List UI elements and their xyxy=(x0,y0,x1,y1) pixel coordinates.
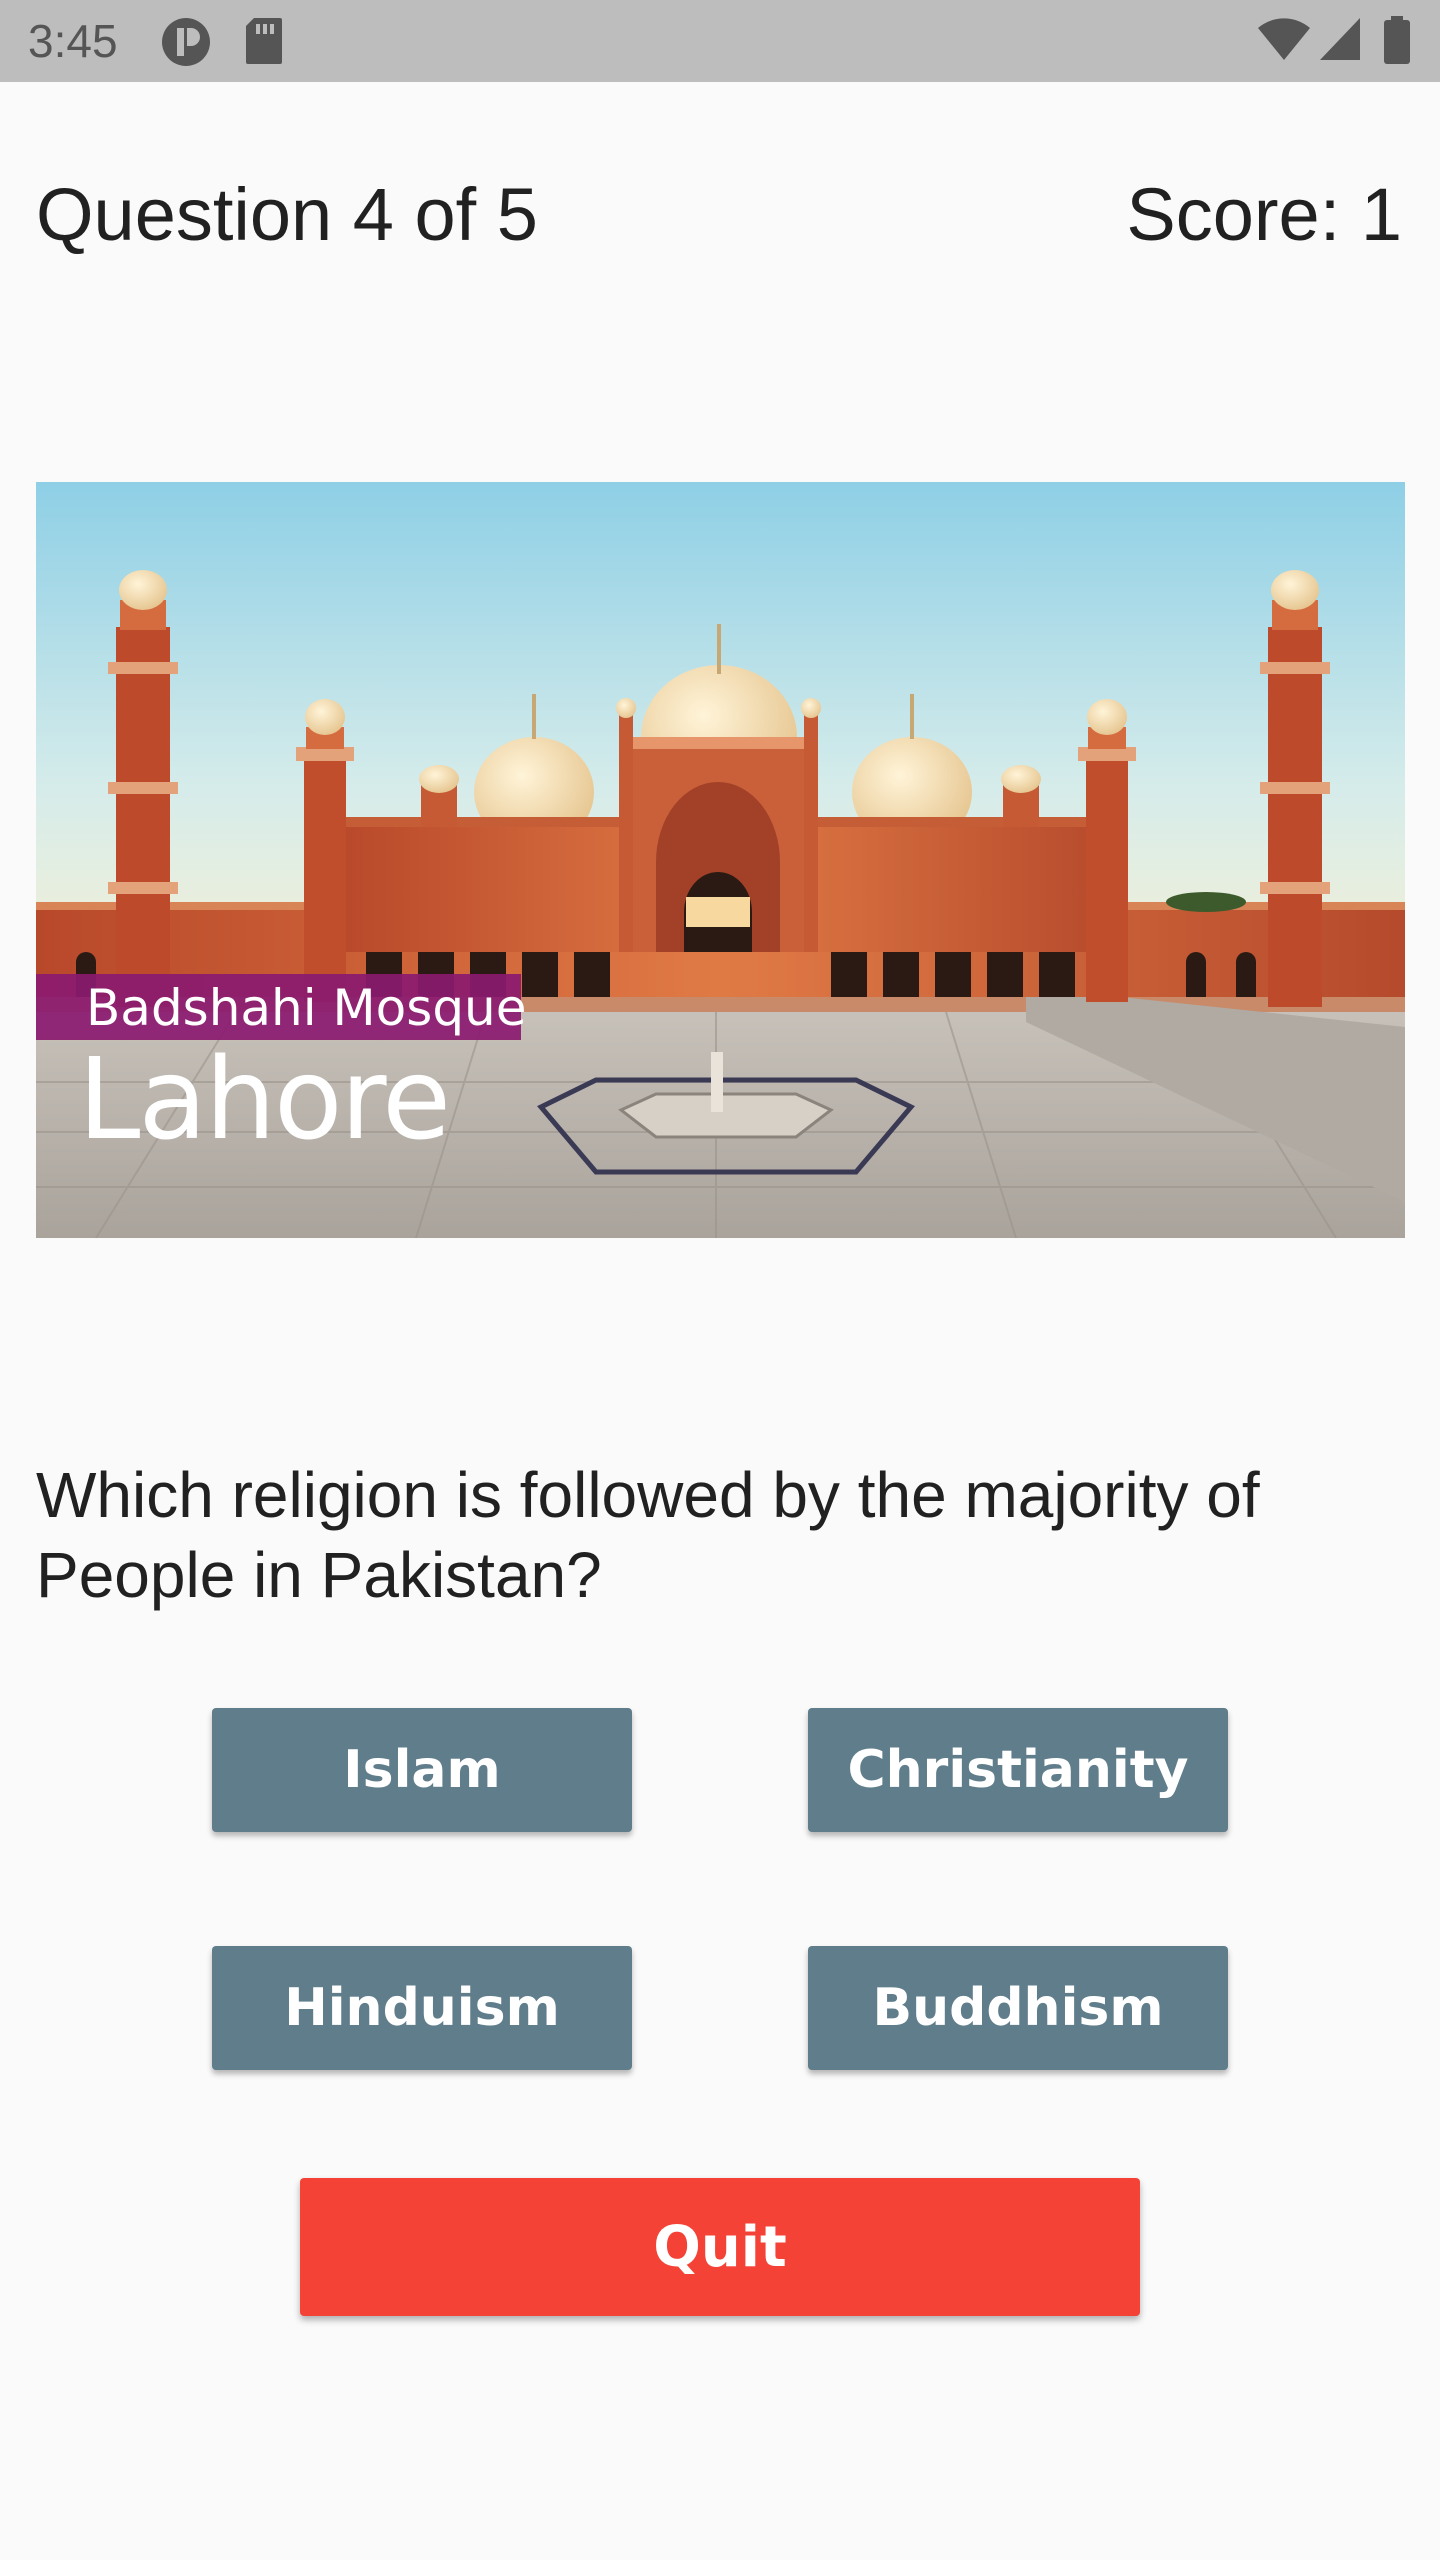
image-caption-large: Lahore xyxy=(78,1035,451,1165)
p-icon xyxy=(160,16,212,73)
wifi-icon xyxy=(1256,16,1312,67)
sd-card-icon xyxy=(244,16,284,71)
status-bar: 3:45 xyxy=(0,0,1440,82)
battery-icon xyxy=(1382,16,1412,69)
answer-islam-button[interactable]: Islam xyxy=(212,1708,632,1832)
answer-christianity-button[interactable]: Christianity xyxy=(808,1708,1228,1832)
image-caption-small: Badshahi Mosque xyxy=(86,979,527,1037)
question-counter: Question 4 of 5 xyxy=(36,173,538,256)
answer-hinduism-button[interactable]: Hinduism xyxy=(212,1946,632,2070)
cell-signal-icon xyxy=(1318,16,1362,67)
quit-button[interactable]: Quit xyxy=(300,2178,1140,2316)
status-time: 3:45 xyxy=(28,15,118,67)
question-image: Badshahi Mosque Lahore xyxy=(36,482,1405,1238)
answer-buddhism-button[interactable]: Buddhism xyxy=(808,1946,1228,2070)
score-label: Score: 1 xyxy=(1126,173,1402,256)
question-text: Which religion is followed by the majori… xyxy=(36,1459,1260,1611)
